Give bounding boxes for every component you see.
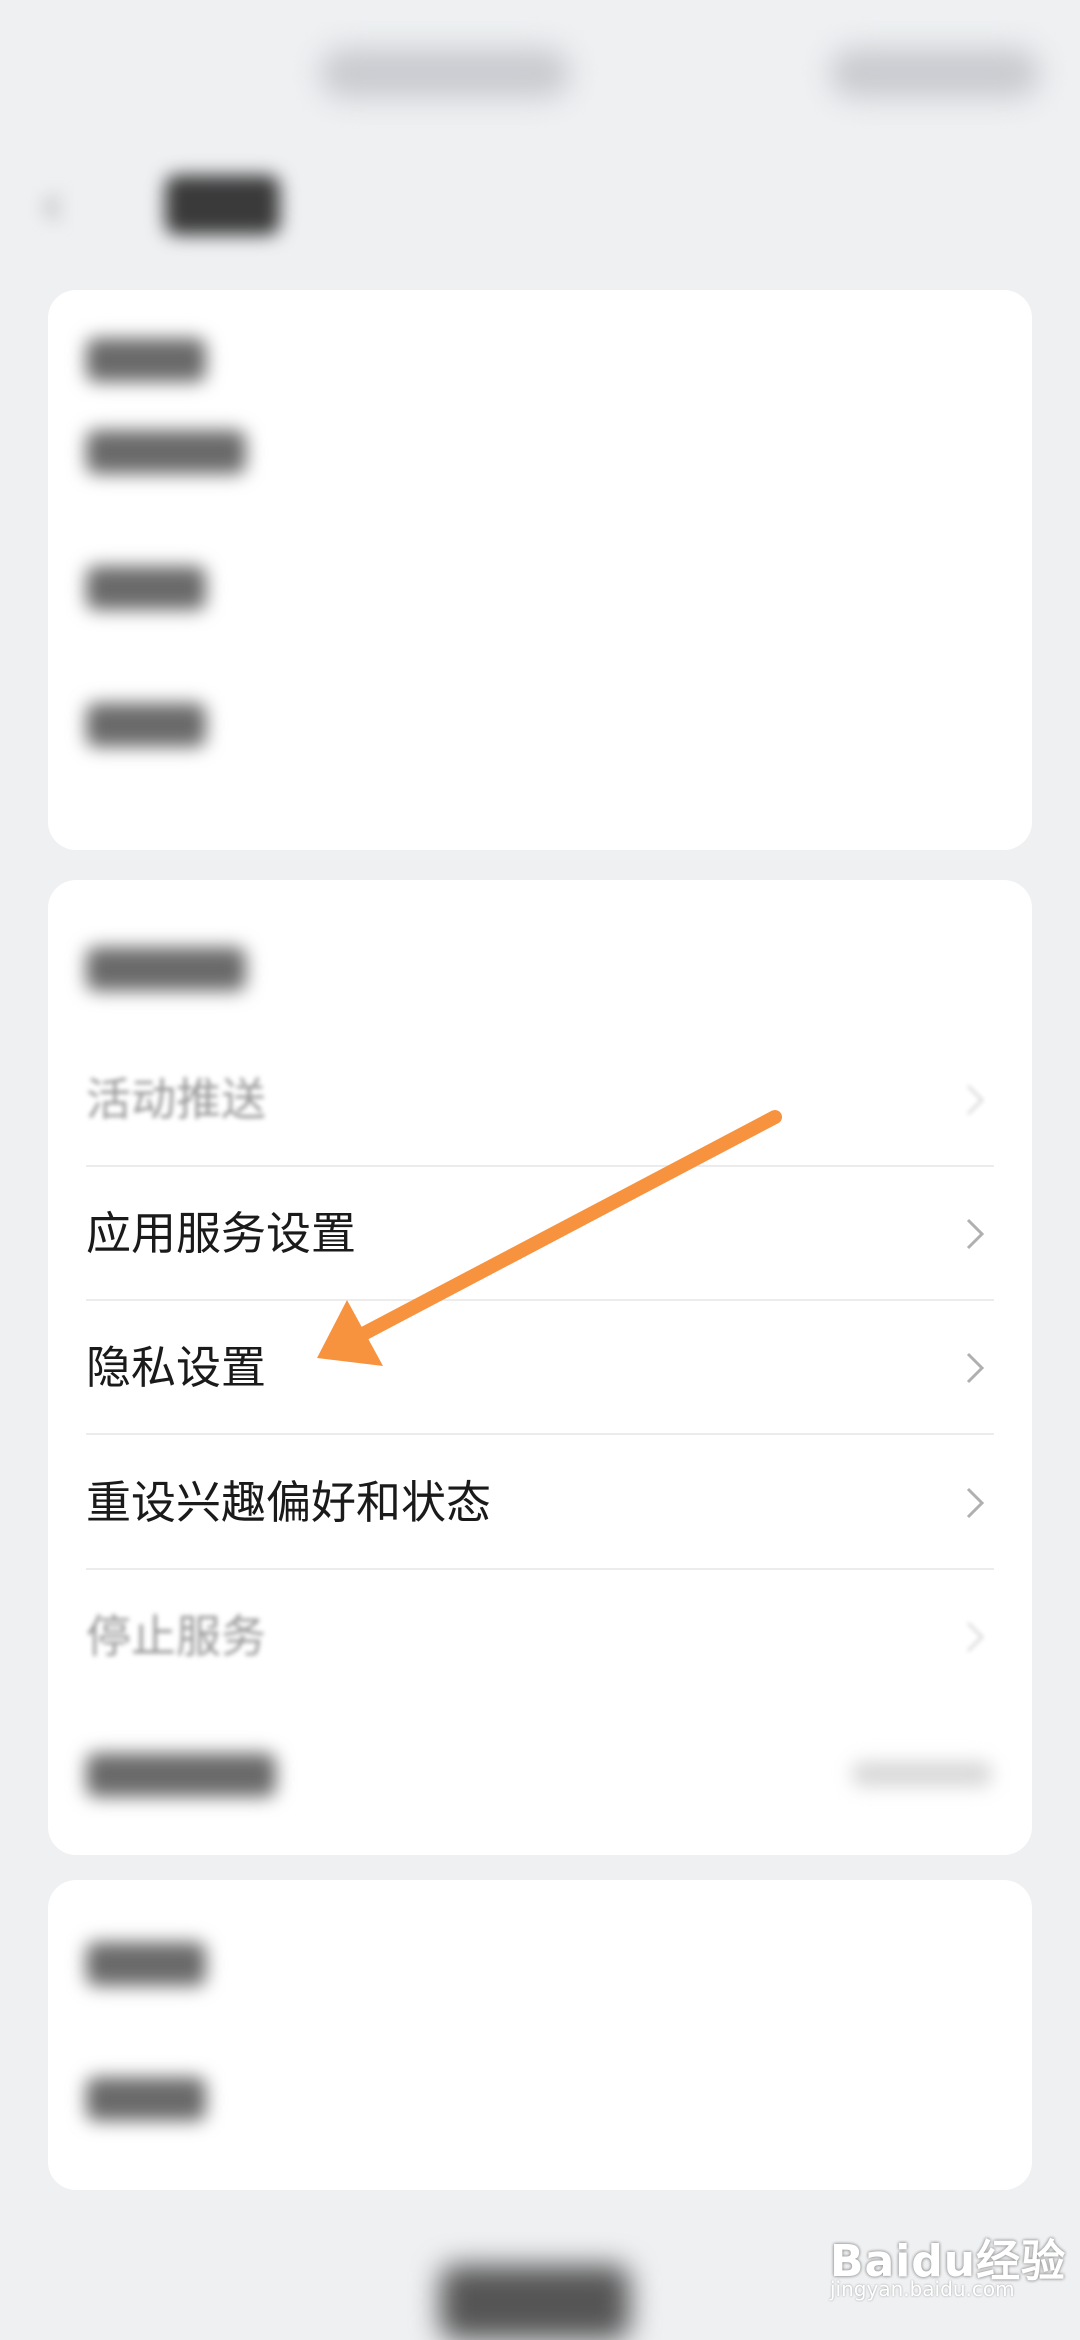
status-right-blurred xyxy=(830,48,1040,98)
chevron-right-icon xyxy=(966,1621,985,1653)
chevron-right-icon xyxy=(966,1218,985,1250)
list-item-label: 应用服务设置 xyxy=(86,1207,357,1260)
chevron-right-icon xyxy=(966,1084,985,1116)
list-item-blurred[interactable] xyxy=(48,900,1032,1034)
list-item-stop-service[interactable]: 停止服务 xyxy=(48,1570,1032,1704)
chevron-right-icon xyxy=(966,1487,985,1519)
settings-group-3 xyxy=(48,1880,1032,2190)
list-item-privacy-settings[interactable]: 隐私设置 xyxy=(48,1301,1032,1435)
list-item-activity-push[interactable]: 活动推送 xyxy=(48,1033,1032,1167)
list-item-blurred[interactable] xyxy=(48,1895,1032,2029)
chevron-right-icon xyxy=(966,1352,985,1384)
list-item-blurred[interactable] xyxy=(48,518,1032,652)
settings-group-1 xyxy=(48,290,1032,850)
baidu-watermark: Baidu经验 jingyan.baidu.com xyxy=(830,2225,1065,2301)
list-item-label: 隐私设置 xyxy=(86,1341,267,1394)
list-item-blurred[interactable] xyxy=(48,382,1032,516)
list-item-label: 活动推送 xyxy=(86,1073,267,1126)
blurred-label xyxy=(86,947,246,991)
list-item-app-service-settings[interactable]: 应用服务设置 xyxy=(48,1167,1032,1301)
bottom-button-blurred[interactable] xyxy=(440,2265,630,2340)
list-item-label: 停止服务 xyxy=(86,1610,267,1663)
status-bar xyxy=(0,0,1080,130)
list-item-blurred[interactable] xyxy=(48,1706,1032,1840)
blurred-label xyxy=(86,2077,206,2121)
back-arrow-icon[interactable]: ‹ xyxy=(40,175,90,235)
blurred-label xyxy=(86,1753,276,1797)
blurred-label xyxy=(86,566,206,610)
blurred-label xyxy=(86,703,206,747)
settings-group-2: 活动推送 应用服务设置 隐私设置 重设兴趣偏好和状态 停止服务 xyxy=(48,880,1032,1855)
status-left-blurred xyxy=(320,48,570,98)
blurred-value xyxy=(852,1761,992,1787)
blurred-label xyxy=(86,430,246,474)
list-item-blurred[interactable] xyxy=(48,2030,1032,2164)
watermark-url: jingyan.baidu.com xyxy=(830,2277,1015,2301)
divider xyxy=(86,1433,994,1435)
list-item-blurred[interactable] xyxy=(48,655,1032,789)
page-title-blurred xyxy=(165,175,280,235)
blurred-label xyxy=(86,1942,206,1986)
list-item-reset-interests[interactable]: 重设兴趣偏好和状态 xyxy=(48,1436,1032,1570)
list-item-label: 重设兴趣偏好和状态 xyxy=(86,1476,492,1529)
blurred-label xyxy=(86,338,206,382)
